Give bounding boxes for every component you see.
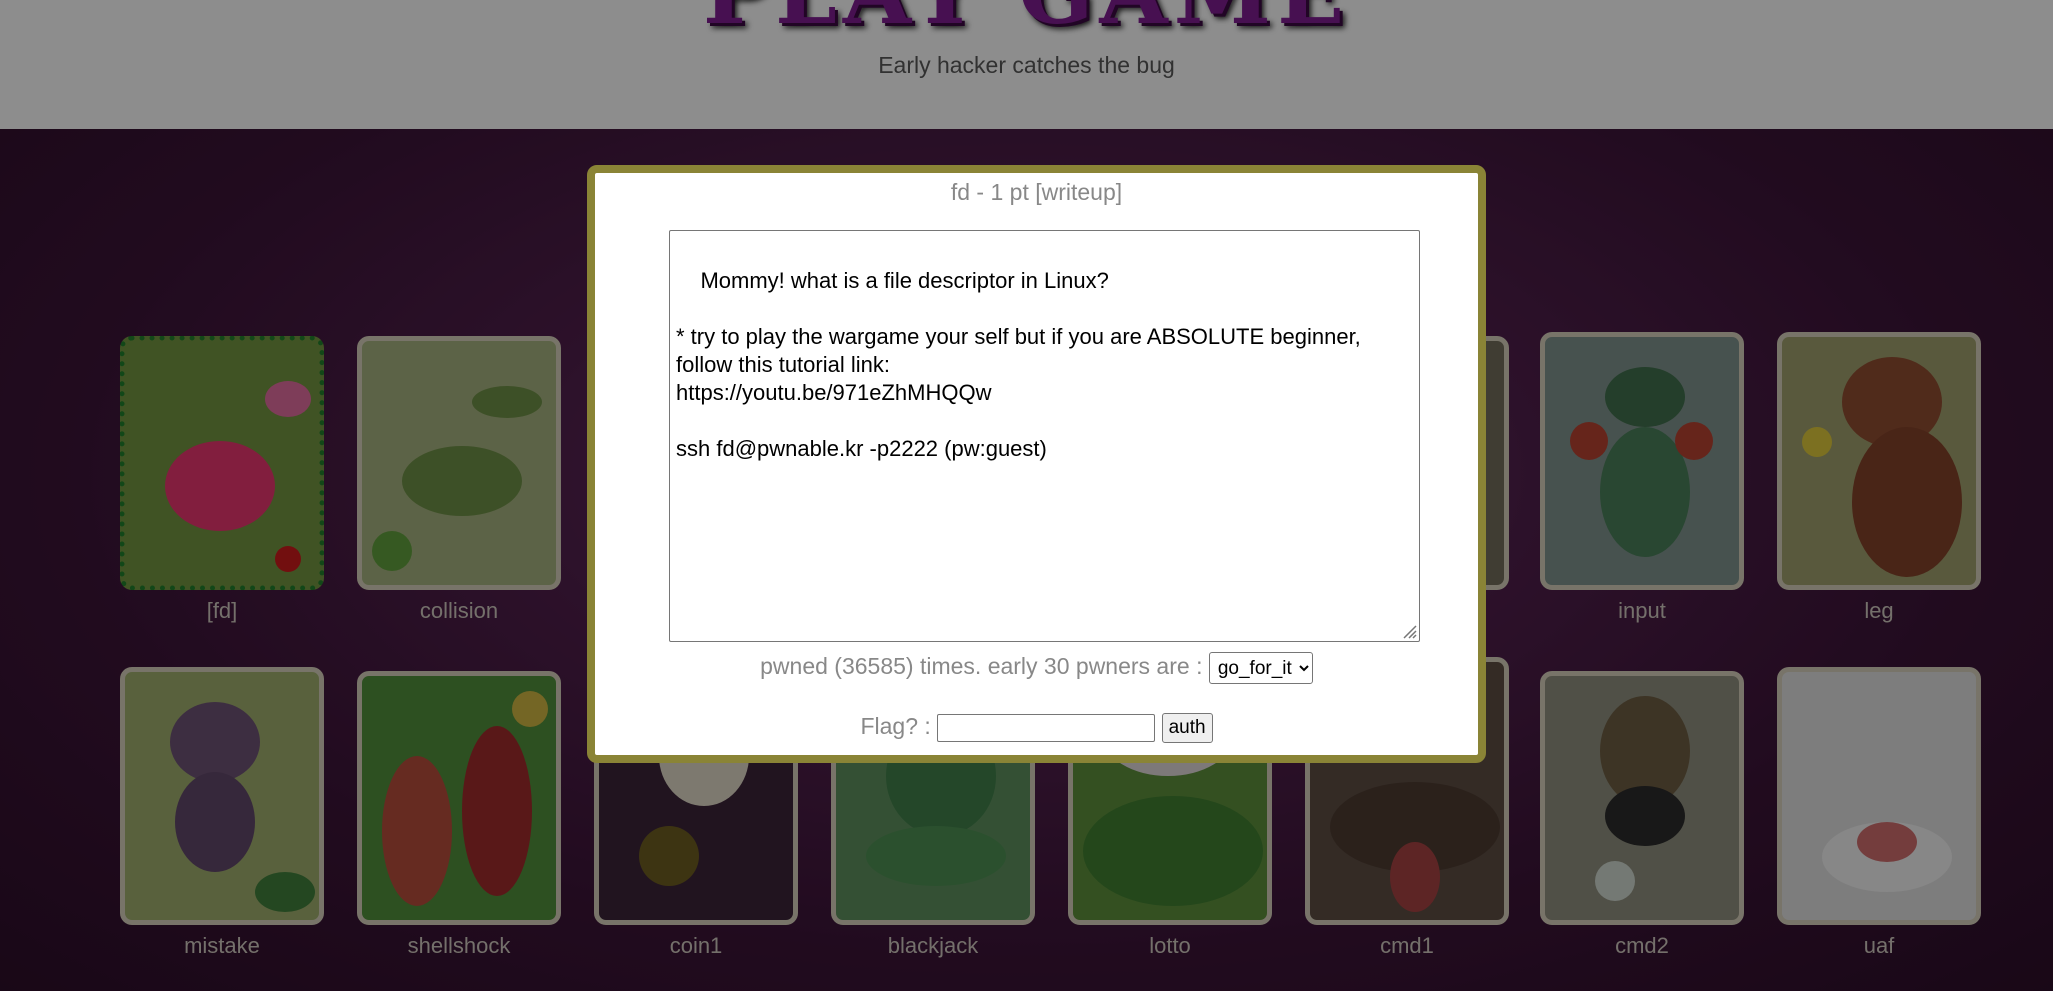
flag-row: Flag? : auth (595, 713, 1478, 743)
pwned-count-text: pwned (36585) times. early 30 pwners are… (760, 653, 1203, 680)
auth-button[interactable]: auth (1161, 713, 1213, 743)
early-pwners-select[interactable]: go_for_it (1208, 652, 1313, 684)
challenge-modal: fd - 1 pt [writeup] Mommy! what is a fil… (587, 165, 1486, 763)
flag-input[interactable] (937, 714, 1156, 742)
flag-label: Flag? : (860, 713, 931, 740)
resize-handle-icon[interactable] (1401, 623, 1417, 639)
modal-title[interactable]: fd - 1 pt [writeup] (595, 179, 1478, 206)
pwned-count-row: pwned (36585) times. early 30 pwners are… (595, 652, 1478, 684)
challenge-description-textarea[interactable]: Mommy! what is a file descriptor in Linu… (669, 230, 1420, 642)
description-text: Mommy! what is a file descriptor in Linu… (676, 268, 1361, 461)
